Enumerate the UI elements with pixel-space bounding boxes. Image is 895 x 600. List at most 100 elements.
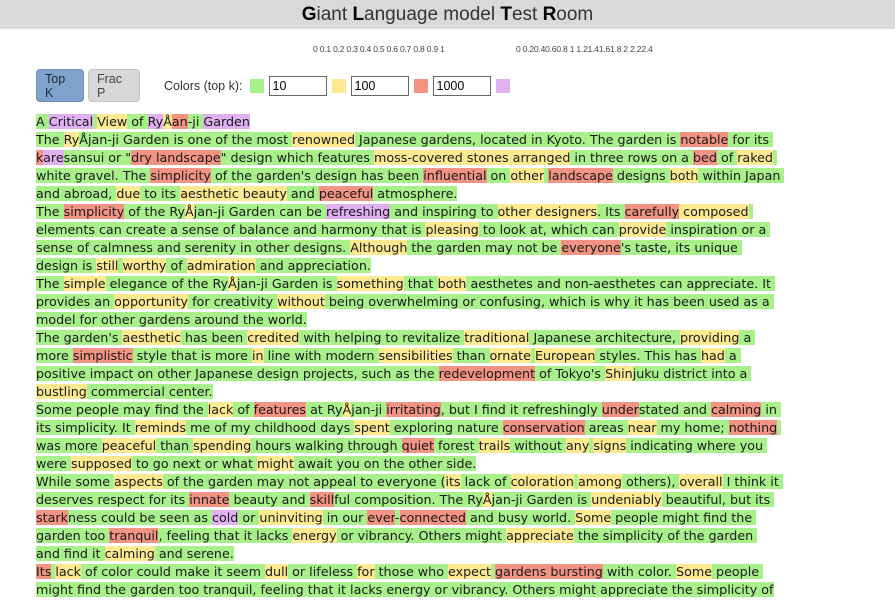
token[interactable]: of xyxy=(127,114,148,129)
token[interactable]: both xyxy=(669,168,699,183)
token[interactable]: trails xyxy=(478,438,511,453)
token[interactable]: admiration xyxy=(186,258,256,273)
token[interactable]: than xyxy=(452,348,490,363)
token[interactable]: my home; xyxy=(656,420,729,435)
token[interactable]: for creativity xyxy=(188,294,278,309)
token[interactable]: jan-ji Garden is xyxy=(236,276,337,291)
token[interactable]: others), xyxy=(621,474,680,489)
token[interactable]: in three rows on a xyxy=(570,150,693,165)
token[interactable]: commercial center. xyxy=(86,384,213,399)
token[interactable]: ness could be seen as xyxy=(67,510,213,525)
token[interactable]: conservation xyxy=(502,420,585,435)
token[interactable]: areas xyxy=(584,420,628,435)
token[interactable]: simple xyxy=(63,276,106,291)
token[interactable]: peaceful xyxy=(318,186,374,201)
token[interactable]: to its xyxy=(140,186,181,201)
token[interactable]: exploring nature xyxy=(389,420,503,435)
token[interactable]: The xyxy=(36,132,64,147)
token[interactable]: me of my childhood days xyxy=(186,420,355,435)
token[interactable]: nothing xyxy=(728,420,778,435)
token[interactable]: simplistic xyxy=(72,348,133,363)
token[interactable]: calming xyxy=(104,546,155,561)
token[interactable]: calming xyxy=(711,402,762,417)
token[interactable]: ever xyxy=(367,510,395,525)
token[interactable]: renowned xyxy=(292,132,355,147)
token[interactable]: landscape xyxy=(548,168,613,183)
token[interactable]: those who xyxy=(374,564,449,579)
token[interactable]: notable xyxy=(680,132,729,147)
token[interactable]: opportunity xyxy=(114,294,189,309)
token[interactable]: " design which features xyxy=(220,150,375,165)
token[interactable]: Some xyxy=(676,564,712,579)
token[interactable]: designs xyxy=(612,168,670,183)
token[interactable]: simplicity xyxy=(150,168,211,183)
token[interactable]: The garden's xyxy=(36,330,123,345)
token[interactable]: Å xyxy=(185,204,194,219)
token[interactable]: Japanese gardens, located in Kyoto. The … xyxy=(355,132,681,147)
token[interactable]: , feeling that it lacks xyxy=(158,528,293,543)
token[interactable]: with color. xyxy=(602,564,677,579)
token[interactable]: still xyxy=(96,258,119,273)
token[interactable]: without xyxy=(277,294,325,309)
token[interactable]: near xyxy=(627,420,657,435)
token[interactable]: aesthetic xyxy=(122,330,181,345)
token[interactable]: stones xyxy=(462,150,513,165)
token[interactable]: bed xyxy=(692,150,717,165)
token[interactable]: ful composition. The Ry xyxy=(334,492,483,507)
token[interactable]: under xyxy=(601,402,639,417)
token[interactable]: in our xyxy=(322,510,368,525)
token[interactable]: worthy xyxy=(122,258,167,273)
token[interactable]: . Its xyxy=(597,204,625,219)
token[interactable]: energy xyxy=(292,528,337,543)
token[interactable]: A xyxy=(36,114,49,129)
token[interactable]: Although xyxy=(350,240,408,255)
token[interactable]: View xyxy=(97,114,128,129)
token[interactable]: Å xyxy=(342,402,352,417)
top-k-threshold-3-input[interactable] xyxy=(432,75,491,96)
token[interactable]: elegance of the Ry xyxy=(105,276,229,291)
token[interactable]: aesthetic beauty xyxy=(180,186,287,201)
token[interactable]: refreshing xyxy=(325,204,391,219)
token[interactable]: provide xyxy=(618,222,667,237)
token[interactable]: aspects xyxy=(114,474,163,489)
token[interactable]: Garden xyxy=(203,114,250,129)
token[interactable]: of xyxy=(716,150,738,165)
token[interactable]: had xyxy=(700,348,725,363)
token[interactable]: other designers xyxy=(497,204,598,219)
token[interactable]: something xyxy=(336,276,404,291)
token[interactable]: ornate xyxy=(489,348,531,363)
token[interactable]: lack xyxy=(55,564,81,579)
token[interactable]: signs xyxy=(593,438,627,453)
top-k-threshold-1-input[interactable] xyxy=(268,75,327,96)
token[interactable]: jan-ji Garden is xyxy=(491,492,592,507)
token[interactable]: uninviting xyxy=(259,510,323,525)
token[interactable]: both xyxy=(437,276,467,291)
token[interactable]: traditional xyxy=(464,330,530,345)
token[interactable]: any xyxy=(566,438,590,453)
token[interactable]: reminds xyxy=(134,420,187,435)
token[interactable]: of the garden's design has been xyxy=(210,168,424,183)
token[interactable]: with helping to revitalize xyxy=(299,330,465,345)
token[interactable]: spent xyxy=(354,420,390,435)
token[interactable]: Åjan-ji Garden is one of the most xyxy=(79,132,293,147)
token[interactable]: Å xyxy=(482,492,492,507)
token[interactable]: that xyxy=(403,276,438,291)
token[interactable]: composed xyxy=(679,204,749,219)
token[interactable]: cold xyxy=(212,510,239,525)
token[interactable]: lack xyxy=(207,402,234,417)
token[interactable]: sensibilities xyxy=(378,348,453,363)
token[interactable]: of xyxy=(233,402,254,417)
token[interactable]: innate xyxy=(189,492,230,507)
token[interactable]: Its xyxy=(36,564,52,579)
token[interactable]: peaceful xyxy=(101,438,157,453)
token[interactable]: credited xyxy=(247,330,300,345)
token[interactable]: beauty and xyxy=(229,492,310,507)
token[interactable]: dry landscape xyxy=(131,150,221,165)
token[interactable]: might xyxy=(256,456,294,471)
token[interactable]: on xyxy=(486,168,511,183)
token[interactable]: forest xyxy=(433,438,479,453)
frac-p-button[interactable]: Frac P xyxy=(88,69,140,102)
token[interactable]: due xyxy=(116,186,141,201)
token[interactable]: features xyxy=(253,402,307,417)
token[interactable]: influential xyxy=(423,168,487,183)
